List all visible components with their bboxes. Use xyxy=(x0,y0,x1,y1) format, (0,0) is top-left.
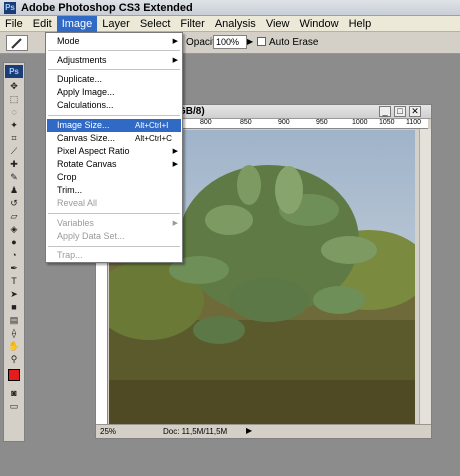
quick-mask-icon[interactable]: ◙ xyxy=(6,387,22,399)
menu-help[interactable]: Help xyxy=(344,16,377,32)
menu-file[interactable]: File xyxy=(0,16,28,32)
lasso-tool-icon[interactable]: ◌ xyxy=(6,106,22,118)
menu-separator xyxy=(48,115,180,116)
menu-item-reveal-all: Reveal All xyxy=(57,198,98,208)
menu-item-label: Canvas Size... xyxy=(57,133,116,143)
document-statusbar: 25% Doc: 11,5M/11,5M ▶ xyxy=(96,424,431,438)
healing-brush-icon[interactable]: ✚ xyxy=(6,158,22,170)
menu-item-label: Variables xyxy=(57,218,94,228)
maximize-button[interactable]: □ xyxy=(394,106,406,117)
magic-wand-icon[interactable]: ✦ xyxy=(6,119,22,131)
ruler-tick-label: 1100 xyxy=(406,119,422,126)
menu-item-crop[interactable]: Crop xyxy=(47,171,181,184)
menu-layer[interactable]: Layer xyxy=(97,16,135,32)
dodge-tool-icon[interactable]: ◔ xyxy=(6,249,22,261)
menu-separator xyxy=(48,213,180,214)
eraser-tool-icon[interactable]: ▱ xyxy=(6,210,22,222)
menu-item-apply-image[interactable]: Apply Image... xyxy=(47,86,181,99)
type-tool-icon[interactable]: T xyxy=(6,275,22,287)
menu-item-canvas-size[interactable]: Canvas Size... Alt+Ctrl+C xyxy=(47,132,181,145)
menu-edit[interactable]: Edit xyxy=(28,16,57,32)
menu-item-pixel-aspect-ratio[interactable]: Pixel Aspect Ratio ▶ xyxy=(47,145,181,158)
vertical-scrollbar[interactable] xyxy=(419,129,431,425)
submenu-arrow-icon: ▶ xyxy=(172,57,178,64)
menu-window[interactable]: Window xyxy=(294,16,343,32)
app-title: Adobe Photoshop CS3 Extended xyxy=(21,1,193,14)
app-titlebar: Ps Adobe Photoshop CS3 Extended xyxy=(0,0,460,16)
menu-item-label: Adjustments xyxy=(57,55,107,65)
menu-item-mode[interactable]: Mode ▶ xyxy=(47,35,181,48)
image-menu-dropdown: Mode ▶ Adjustments ▶ Duplicate... Apply … xyxy=(45,32,183,263)
eyedropper-icon[interactable]: ⟠ xyxy=(6,327,22,339)
menu-item-variables: Variables ▶ xyxy=(47,217,181,230)
menu-separator xyxy=(48,50,180,51)
history-brush-icon[interactable]: ↺ xyxy=(6,197,22,209)
auto-erase-label: Auto Erase xyxy=(269,37,319,48)
minimize-button[interactable]: _ xyxy=(379,106,391,117)
zoom-tool-icon[interactable]: ⚲ xyxy=(6,353,22,365)
menu-item-adjustments[interactable]: Adjustments ▶ xyxy=(47,54,181,67)
menu-item-label: Rotate Canvas xyxy=(57,159,117,169)
move-tool-icon[interactable]: ✥ xyxy=(6,80,22,92)
ruler-tick-label: 1000 xyxy=(352,119,368,126)
zoom-level[interactable]: 25% xyxy=(100,427,116,436)
path-select-icon[interactable]: ➤ xyxy=(6,288,22,300)
menu-image[interactable]: Image xyxy=(56,15,98,32)
ruler-tick-label: 900 xyxy=(278,119,290,126)
document-size: Doc: 11,5M/11,5M xyxy=(163,427,228,436)
submenu-arrow-icon: ▶ xyxy=(172,220,178,227)
screen-mode-icon[interactable]: ▭ xyxy=(6,400,22,412)
menu-analysis[interactable]: Analysis xyxy=(210,16,261,32)
ruler-tick-label: 800 xyxy=(200,119,212,126)
menu-select[interactable]: Select xyxy=(135,16,176,32)
submenu-arrow-icon: ▶ xyxy=(172,148,178,155)
photoshop-logo-icon: Ps xyxy=(4,1,16,14)
slice-tool-icon[interactable]: ⟋ xyxy=(6,145,22,157)
close-button[interactable]: ✕ xyxy=(409,106,421,117)
clone-stamp-icon[interactable]: ♟ xyxy=(6,184,22,196)
pen-tool-icon[interactable]: ✒ xyxy=(6,262,22,274)
ruler-tick-label: 950 xyxy=(316,119,328,126)
submenu-arrow-icon: ▶ xyxy=(172,161,178,168)
menu-item-calculations[interactable]: Calculations... xyxy=(47,99,181,112)
menubar: File Edit Image Layer Select Filter Anal… xyxy=(0,15,460,32)
tool-preset-picker[interactable] xyxy=(6,35,28,51)
menu-item-duplicate[interactable]: Duplicate... xyxy=(47,73,181,86)
marquee-tool-icon[interactable]: ⬚ xyxy=(6,93,22,105)
menu-item-image-size[interactable]: Image Size... Alt+Ctrl+I xyxy=(47,119,181,132)
auto-erase-checkbox[interactable] xyxy=(257,37,266,46)
foreground-color-swatch[interactable] xyxy=(8,369,20,381)
menu-separator xyxy=(48,69,180,70)
opacity-arrow-icon[interactable]: ▶ xyxy=(247,37,253,46)
blur-tool-icon[interactable]: ● xyxy=(6,236,22,248)
hand-tool-icon[interactable]: ✋ xyxy=(6,340,22,352)
submenu-arrow-icon: ▶ xyxy=(172,38,178,45)
menu-view[interactable]: View xyxy=(261,16,295,32)
ruler-tick-label: 850 xyxy=(240,119,252,126)
toolbox: Ps ✥ ⬚ ◌ ✦ ⌗ ⟋ ✚ ✎ ♟ ↺ ▱ ◈ ● ◔ ✒ T ➤ ■ ▤… xyxy=(3,62,25,442)
menu-item-apply-data-set: Apply Data Set... xyxy=(57,231,125,241)
menu-item-label: Pixel Aspect Ratio xyxy=(57,146,130,156)
paint-bucket-icon[interactable]: ◈ xyxy=(6,223,22,235)
menu-item-label: Mode xyxy=(57,36,80,46)
menu-item-label: Image Size... xyxy=(57,120,110,130)
toolbox-logo-icon: Ps xyxy=(5,65,23,78)
menu-item-trim[interactable]: Trim... xyxy=(47,184,181,197)
brush-tool-icon[interactable]: ✎ xyxy=(6,171,22,183)
crop-tool-icon[interactable]: ⌗ xyxy=(6,132,22,144)
opacity-input[interactable]: 100% xyxy=(213,35,247,49)
status-arrow-icon[interactable]: ▶ xyxy=(246,426,252,435)
menu-item-trap: Trap... xyxy=(57,250,83,260)
menu-filter[interactable]: Filter xyxy=(175,16,209,32)
menu-separator xyxy=(48,246,180,247)
shortcut-label: Alt+Ctrl+I xyxy=(135,121,169,130)
pencil-icon xyxy=(11,38,22,49)
menu-item-rotate-canvas[interactable]: Rotate Canvas ▶ xyxy=(47,158,181,171)
shape-tool-icon[interactable]: ■ xyxy=(6,301,22,313)
shortcut-label: Alt+Ctrl+C xyxy=(135,134,172,143)
notes-tool-icon[interactable]: ▤ xyxy=(6,314,22,326)
ruler-tick-label: 1050 xyxy=(379,119,395,126)
